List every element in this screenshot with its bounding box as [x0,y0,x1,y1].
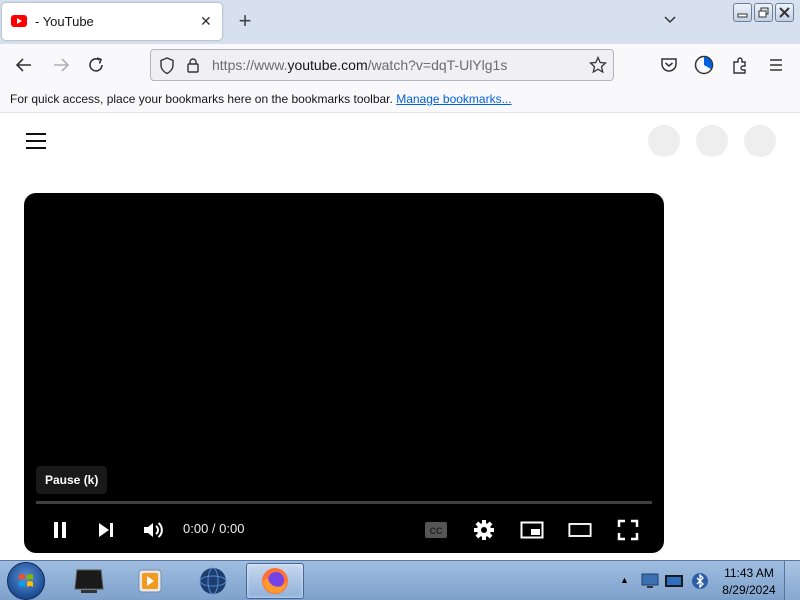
minimize-button[interactable] [733,3,752,22]
miniplayer-icon [520,521,544,539]
url-path: /watch?v=dqT-UlYlg1s [367,57,508,73]
network-icon[interactable] [664,571,684,591]
close-icon [779,7,790,18]
manage-bookmarks-link[interactable]: Manage bookmarks... [396,92,511,106]
captions-button[interactable]: CC [424,518,448,542]
display-icon[interactable] [640,571,660,591]
tab-youtube[interactable]: - YouTube ✕ [2,3,222,40]
navigation-bar: https://www.youtube.com/watch?v=dqT-UlYl… [0,44,800,86]
fullscreen-button[interactable] [616,518,640,542]
tab-close-icon[interactable]: ✕ [200,13,212,30]
lock-icon[interactable] [186,57,200,74]
header-placeholder-circle [744,125,776,157]
plus-icon: + [238,8,252,33]
time-display: 0:00 / 0:00 [183,521,245,536]
window-controls [733,3,794,22]
fullscreen-icon [617,519,639,541]
captions-label: CC [430,526,443,536]
address-bar[interactable]: https://www.youtube.com/watch?v=dqT-UlYl… [150,49,614,81]
reload-icon[interactable] [86,55,106,75]
minimize-icon [737,13,748,18]
globe-app-icon [199,567,227,595]
star-icon[interactable] [589,56,607,74]
youtube-page: Pause (k) 0:00 / 0:00 CC [0,113,800,560]
taskbar: ▲ 11:43 AM 8/29/2024 [0,560,800,600]
next-button[interactable] [94,518,118,542]
firefox-icon [262,568,288,594]
url-text: https://www.youtube.com/watch?v=dqT-UlYl… [212,57,507,73]
tab-title: - YouTube [35,14,94,29]
back-arrow-icon[interactable] [14,55,34,75]
captions-icon: CC [425,522,447,538]
volume-icon [144,522,163,538]
volume-button[interactable] [141,518,165,542]
taskbar-app-firefox[interactable] [246,563,304,599]
url-prefix: https://www. [212,57,288,73]
restore-button[interactable] [754,3,773,22]
settings-icon [474,520,494,540]
theater-mode-button[interactable] [568,518,592,542]
hamburger-icon[interactable] [26,133,46,149]
new-tab-button[interactable]: + [231,8,259,36]
restore-icon [758,7,769,18]
media-player-icon [138,569,162,593]
theater-mode-icon [568,523,592,537]
tray-arrow-icon[interactable]: ▲ [620,575,629,585]
clock-time: 11:43 AM [724,566,774,580]
pocket-icon[interactable] [659,55,679,75]
progress-bar[interactable] [36,501,652,504]
chevron-down-icon[interactable] [662,12,678,28]
close-window-button[interactable] [775,3,794,22]
bookmarks-message: For quick access, place your bookmarks h… [10,92,393,106]
monitor-app-icon [74,569,104,593]
system-clock[interactable]: 11:43 AM 8/29/2024 [716,565,782,599]
account-icon[interactable] [694,55,714,75]
taskbar-app-media[interactable] [121,563,179,599]
header-placeholder-circle [648,125,680,157]
youtube-favicon-icon [11,15,27,27]
shield-icon[interactable] [159,57,175,75]
url-domain: youtube.com [287,57,368,73]
video-player[interactable]: Pause (k) 0:00 / 0:00 CC [24,193,664,553]
bookmarks-toolbar: For quick access, place your bookmarks h… [0,86,800,113]
pause-icon [54,522,66,538]
bluetooth-icon[interactable] [690,571,710,591]
header-placeholder-circle [696,125,728,157]
windows-start-icon[interactable] [7,562,45,600]
pause-button[interactable] [48,518,72,542]
miniplayer-button[interactable] [520,518,544,542]
next-icon [99,523,113,537]
forward-arrow-icon[interactable] [51,55,71,75]
extensions-icon[interactable] [730,55,750,75]
pause-tooltip: Pause (k) [36,466,108,494]
tab-strip: - YouTube ✕ + [0,0,800,44]
windows-logo-icon [19,574,33,587]
menu-icon[interactable] [766,55,786,75]
taskbar-app-monitor[interactable] [60,563,118,599]
settings-button[interactable] [472,518,496,542]
bookmarks-message-row: For quick access, place your bookmarks h… [10,92,512,106]
clock-date: 8/29/2024 [722,583,776,597]
taskbar-app-globe[interactable] [184,563,242,599]
show-desktop-button[interactable] [784,561,800,600]
